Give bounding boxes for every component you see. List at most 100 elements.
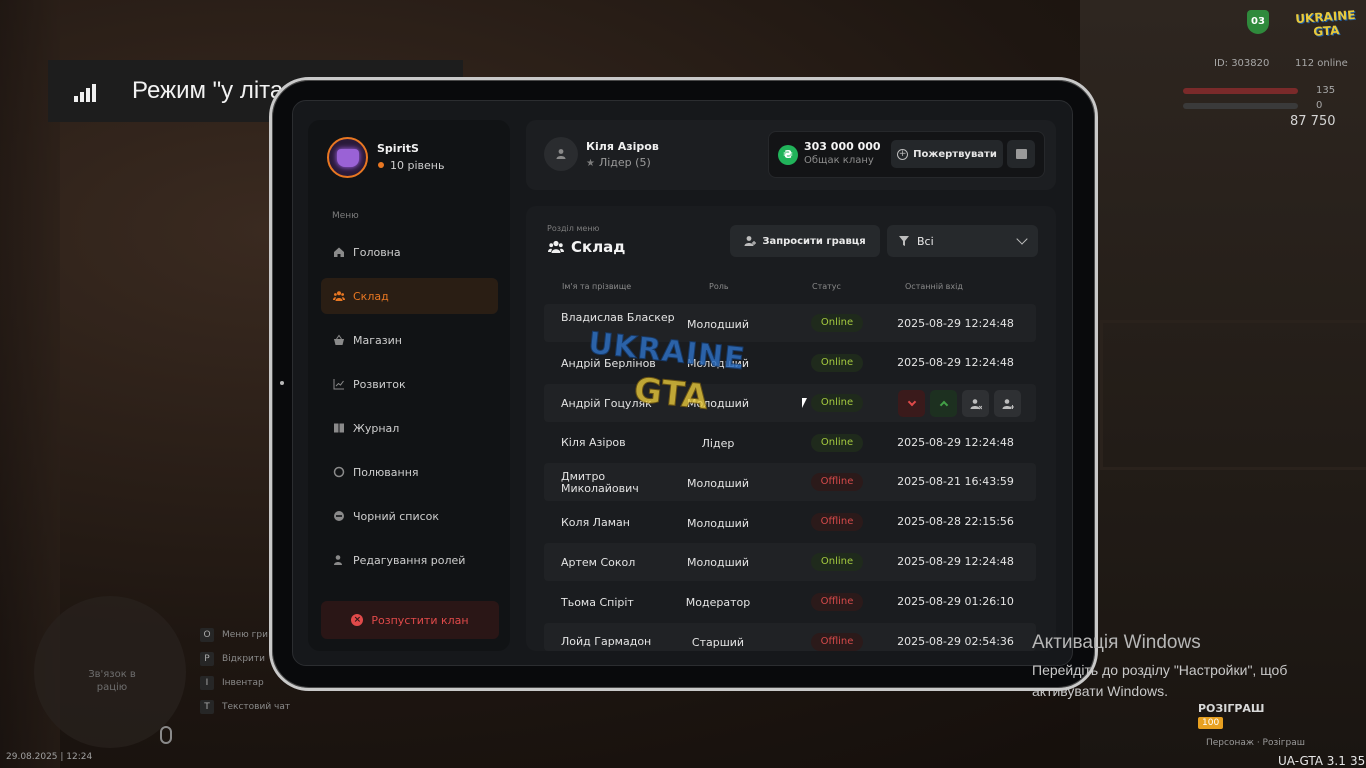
tablet-camera-dot — [280, 381, 284, 385]
user-edit-icon — [333, 554, 345, 566]
page-title: Склад — [548, 238, 625, 256]
column-header-role: Роль — [709, 282, 729, 291]
star-icon: ★ — [586, 158, 595, 169]
column-header-status: Статус — [812, 282, 841, 291]
kick-member-button[interactable] — [962, 390, 989, 417]
sidebar-item-label: Розвиток — [353, 377, 406, 391]
sidebar-item-journal[interactable]: Журнал — [321, 410, 498, 446]
giveaway-promo[interactable]: РОЗІГРАШ 100 Персонаж · Розіграш — [1196, 690, 1336, 752]
profile-level: 10 рівень — [378, 159, 444, 172]
member-role: Молодший — [687, 477, 749, 490]
status-badge: Online — [811, 394, 863, 412]
member-last-login: 2025-08-28 22:15:56 — [897, 515, 1014, 528]
sidebar-item-label: Головна — [353, 245, 401, 259]
sidebar-item-home[interactable]: Головна — [321, 234, 498, 270]
status-badge: Online — [811, 354, 863, 372]
column-header-last-login: Останній вхід — [905, 282, 963, 291]
group-icon — [548, 240, 564, 253]
status-badge: Offline — [811, 593, 863, 611]
member-name: Андрій Берлінов — [561, 357, 656, 370]
chevron-down-icon — [907, 397, 916, 407]
leader-role: ★ Лідер (5) — [586, 156, 651, 169]
datetime: 29.08.2025 | 12:24 — [6, 752, 93, 762]
section-caption: Розділ меню — [547, 224, 600, 233]
group-icon — [333, 290, 345, 302]
safe-button[interactable] — [1007, 140, 1035, 168]
money-value: 87 750 — [1290, 114, 1336, 129]
key-hint: O Меню гри — [200, 628, 268, 642]
plus-icon: + — [897, 148, 909, 160]
member-role: Молодший — [687, 517, 749, 530]
promote-button[interactable] — [930, 390, 957, 417]
radar-text: Зв'язок в рацію — [88, 669, 136, 693]
member-last-login: 2025-08-29 01:26:10 — [897, 595, 1014, 608]
sidebar-item-shop[interactable]: Магазин — [321, 322, 498, 358]
member-last-login: 2025-08-21 16:43:59 — [897, 475, 1014, 488]
hud-badge-icon: 03 — [1247, 10, 1269, 34]
sidebar-item-warehouse[interactable]: Склад — [321, 278, 498, 314]
safe-icon — [1015, 149, 1027, 159]
leader-avatar — [544, 137, 578, 171]
sidebar-item-development[interactable]: Розвиток — [321, 366, 498, 402]
member-role: Молодший — [687, 556, 749, 569]
status-badge: Online — [811, 314, 863, 332]
member-name: Владислав Бласкер — [561, 311, 675, 324]
sidebar-item-roles[interactable]: Редагування ролей — [321, 542, 498, 578]
member-last-login: 2025-08-29 12:24:48 — [897, 436, 1014, 449]
status-filter-select[interactable]: Всі — [887, 225, 1038, 257]
chevron-down-icon — [1016, 233, 1028, 245]
member-name: Тьома Спіріт — [561, 596, 634, 609]
game-version: UA-GTA 3.1 — [1278, 754, 1346, 768]
disband-clan-button[interactable]: × Розпустити клан — [321, 601, 499, 639]
invite-player-button[interactable]: Запросити гравця — [730, 225, 880, 257]
sidebar-item-hunting[interactable]: Полювання — [321, 454, 498, 490]
game-logo: UKRAINE GTA — [1294, 7, 1356, 39]
column-header-name: Ім'я та прізвище — [562, 282, 632, 291]
signal-icon — [74, 80, 100, 102]
sidebar-item-label: Полювання — [353, 465, 419, 479]
status-badge: Offline — [811, 513, 863, 531]
key-hint: P Відкрити — [200, 652, 265, 666]
fps-counter: 35 — [1350, 754, 1366, 768]
member-role: Модератор — [685, 596, 751, 609]
health-bar — [1183, 88, 1298, 94]
member-name: Лойд Гармадон — [561, 635, 652, 648]
add-member-button[interactable] — [994, 390, 1021, 417]
mouse-cursor — [802, 398, 812, 408]
leader-name: Кіля Азіров — [586, 140, 659, 153]
member-name: Артем Сокол — [561, 556, 636, 569]
chart-icon — [333, 378, 345, 390]
user-plus-icon — [744, 236, 757, 246]
treasury-caption: Общак клану — [804, 155, 874, 166]
member-last-login: 2025-08-29 12:24:48 — [897, 356, 1014, 369]
donate-button[interactable]: + Пожертвувати — [891, 140, 1003, 168]
filter-icon — [899, 236, 909, 246]
hud-player-id: ID: 303820 — [1214, 58, 1270, 69]
treasury-amount: 303 000 000 — [804, 140, 881, 153]
member-role: Молодший — [687, 397, 749, 410]
sidebar-item-label: Редагування ролей — [353, 553, 466, 567]
status-badge: Online — [811, 553, 863, 571]
user-plus-icon — [1002, 398, 1014, 409]
user-remove-icon — [970, 398, 982, 409]
sidebar-item-label: Склад — [353, 289, 389, 303]
member-role: Лідер — [701, 437, 735, 450]
member-last-login: 2025-08-29 02:54:36 — [897, 635, 1014, 648]
profile-name: SpiritS — [377, 142, 419, 155]
home-icon — [333, 246, 345, 258]
menu-caption: Меню — [332, 211, 359, 221]
member-name: Андрій Гоцуляк — [561, 397, 652, 410]
background-frame — [1100, 320, 1366, 470]
basket-icon — [333, 334, 345, 346]
avatar — [327, 137, 368, 178]
key-hint: T Текстовий чат — [200, 700, 290, 714]
close-circle-icon: × — [351, 614, 364, 626]
member-role: Старший — [691, 636, 745, 649]
microphone-icon — [160, 726, 172, 744]
member-role: Молодший — [687, 318, 749, 331]
hud-online-count: 112 online — [1295, 58, 1348, 69]
armor-value: 0 — [1316, 100, 1323, 111]
status-badge: Offline — [811, 473, 863, 491]
sidebar-item-blacklist[interactable]: Чорний список — [321, 498, 498, 534]
demote-button[interactable] — [898, 390, 925, 417]
